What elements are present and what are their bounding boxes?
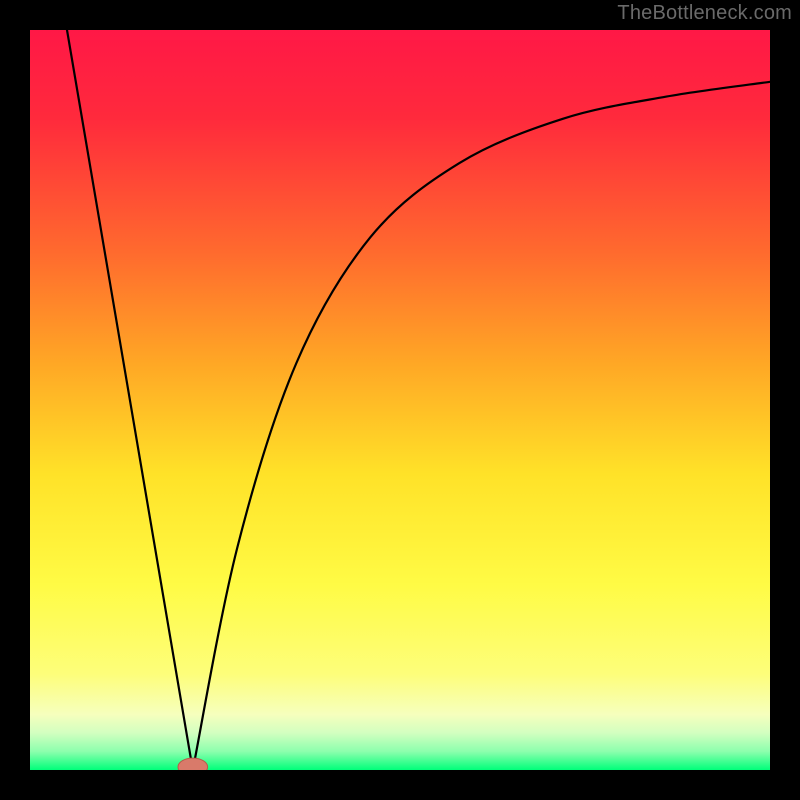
- gradient-background: [30, 30, 770, 770]
- watermark-label: TheBottleneck.com: [617, 2, 792, 25]
- bottleneck-chart: [0, 0, 800, 800]
- chart-frame: TheBottleneck.com: [0, 0, 800, 800]
